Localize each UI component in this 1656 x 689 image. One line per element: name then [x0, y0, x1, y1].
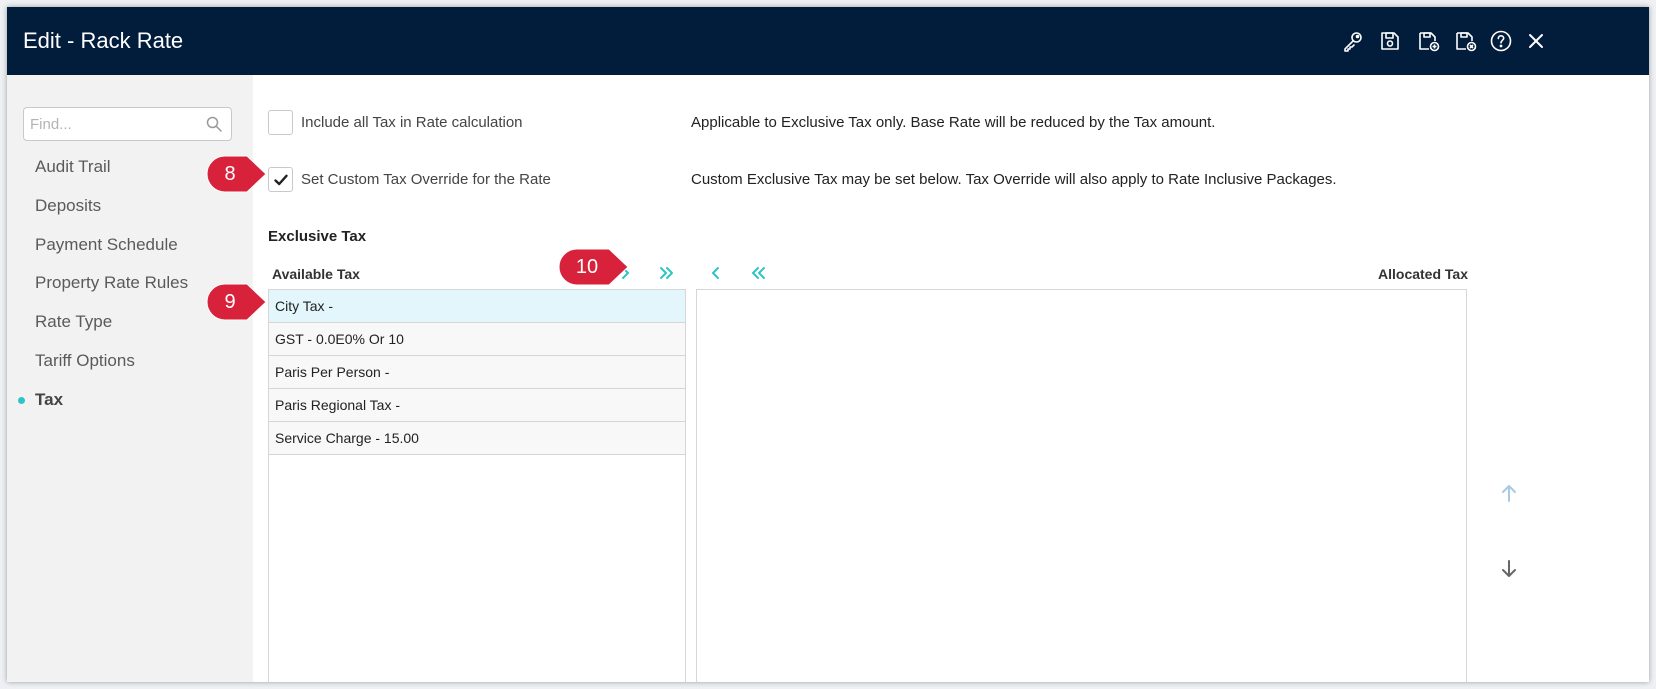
- callout-8: 8: [206, 155, 268, 193]
- help-icon[interactable]: [1487, 27, 1515, 55]
- callout-9-number: 9: [224, 291, 236, 313]
- title-bar: Edit - Rack Rate: [7, 7, 1649, 75]
- move-up-button[interactable]: [1496, 480, 1522, 506]
- arrow-up-icon: [1502, 485, 1516, 502]
- custom-tax-override-checkbox[interactable]: [268, 167, 293, 192]
- sidebar-item-audit-trail[interactable]: Audit Trail: [35, 157, 111, 181]
- key-icon[interactable]: [1339, 27, 1367, 55]
- active-indicator-dot: [18, 397, 25, 404]
- callout-10: 10: [558, 248, 630, 286]
- sidebar-item-property-rate-rules[interactable]: Property Rate Rules: [35, 273, 188, 297]
- edit-rate-window: Edit - Rack Rate Audit Trail Deposits Pa…: [7, 7, 1649, 682]
- sidebar-item-deposits[interactable]: Deposits: [35, 196, 101, 220]
- include-all-tax-description: Applicable to Exclusive Tax only. Base R…: [691, 114, 1216, 131]
- move-all-left-button[interactable]: [747, 262, 769, 284]
- checkmark-icon: [273, 174, 288, 185]
- include-all-tax-label: Include all Tax in Rate calculation: [301, 114, 523, 131]
- save-close-icon[interactable]: [1452, 27, 1480, 55]
- sidebar-item-rate-type[interactable]: Rate Type: [35, 312, 112, 336]
- sidebar-item-payment-schedule[interactable]: Payment Schedule: [35, 235, 178, 259]
- chevron-left-icon: [712, 267, 719, 279]
- callout-9: 9: [206, 283, 268, 321]
- available-tax-item[interactable]: GST - 0.0E0% Or 10: [269, 323, 685, 356]
- save-icon[interactable]: [1376, 27, 1404, 55]
- arrow-down-icon: [1502, 560, 1516, 577]
- available-tax-item[interactable]: City Tax -: [269, 290, 685, 323]
- callout-10-number: 10: [575, 256, 599, 278]
- move-all-right-button[interactable]: [656, 262, 678, 284]
- find-input[interactable]: [24, 108, 199, 140]
- move-down-button[interactable]: [1496, 556, 1522, 582]
- custom-tax-override-label: Set Custom Tax Override for the Rate: [301, 171, 551, 188]
- custom-tax-override-description: Custom Exclusive Tax may be set below. T…: [691, 171, 1337, 188]
- allocated-tax-list[interactable]: [696, 289, 1467, 682]
- search-icon[interactable]: [206, 116, 222, 132]
- move-left-button[interactable]: [705, 262, 727, 284]
- include-all-tax-checkbox[interactable]: [268, 110, 293, 135]
- double-chevron-left-icon: [752, 267, 765, 279]
- sidebar-item-tariff-options[interactable]: Tariff Options: [35, 351, 135, 375]
- exclusive-tax-title: Exclusive Tax: [268, 228, 367, 245]
- window-title: Edit - Rack Rate: [23, 28, 184, 53]
- close-icon[interactable]: [1522, 27, 1550, 55]
- available-tax-item[interactable]: Paris Regional Tax -: [269, 389, 685, 422]
- allocated-tax-label: Allocated Tax: [1378, 266, 1468, 282]
- sidebar-item-tax[interactable]: Tax: [35, 390, 63, 414]
- available-tax-item[interactable]: Paris Per Person -: [269, 356, 685, 389]
- double-chevron-right-icon: [660, 267, 673, 279]
- tax-panel: Include all Tax in Rate calculation Appl…: [253, 75, 1649, 682]
- available-tax-item[interactable]: Service Charge - 15.00: [269, 422, 685, 455]
- callout-8-number: 8: [224, 163, 236, 185]
- find-box: [23, 107, 232, 141]
- available-tax-label: Available Tax: [272, 266, 360, 282]
- available-tax-list: City Tax - GST - 0.0E0% Or 10 Paris Per …: [268, 289, 686, 682]
- save-new-icon[interactable]: [1415, 27, 1443, 55]
